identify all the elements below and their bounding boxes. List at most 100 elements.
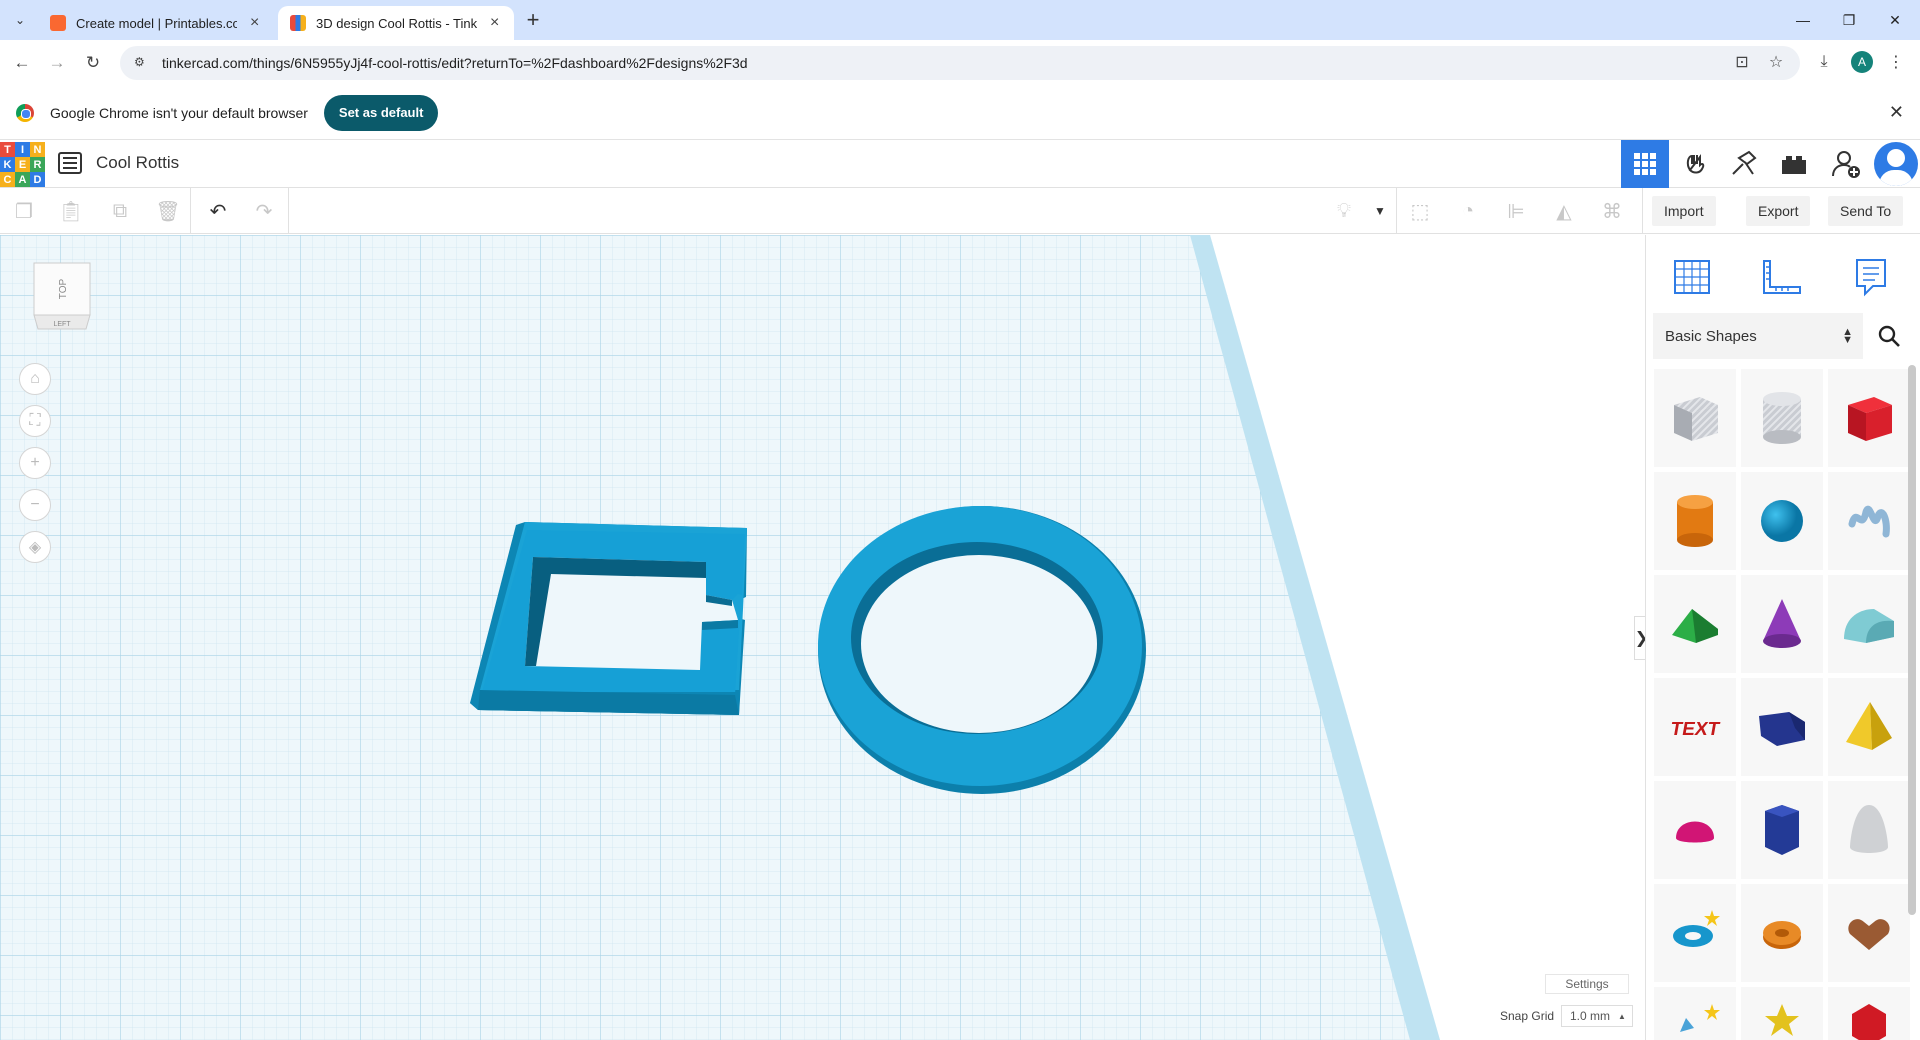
paste-icon[interactable]: 📋︎ <box>57 197 85 225</box>
tinkercad-logo[interactable]: T I N K E R C A D <box>0 142 45 187</box>
sim-lab-icon[interactable] <box>1672 140 1720 188</box>
shape-paraboloid[interactable] <box>1828 781 1910 879</box>
delete-icon[interactable]: 🗑︎ <box>154 197 182 225</box>
infobar-message: Google Chrome isn't your default browser <box>50 104 308 121</box>
tab-search-icon[interactable]: ⌄ <box>8 8 32 32</box>
browser-tab-tinkercad[interactable]: 3D design Cool Rottis - Tinkercad × <box>278 6 514 40</box>
shape-cone[interactable] <box>1741 575 1823 673</box>
shape-icosahedron[interactable] <box>1828 987 1910 1040</box>
url-text: tinkercad.com/things/6N5955yJj4f-cool-ro… <box>162 55 748 71</box>
copy-icon[interactable]: ❐ <box>10 197 38 225</box>
send-to-button[interactable]: Send To <box>1828 196 1904 226</box>
align-icon[interactable]: ⊫ <box>1502 197 1530 225</box>
zoom-in-icon[interactable]: + <box>19 447 51 479</box>
downloads-icon[interactable]: ⤓ <box>1812 50 1836 74</box>
close-window-icon[interactable]: ✕ <box>1872 0 1918 40</box>
close-infobar-icon[interactable]: ✕ <box>1889 102 1904 123</box>
shape-star-yellow[interactable] <box>1741 987 1823 1040</box>
search-icon <box>1878 325 1900 347</box>
square-frame-object[interactable] <box>470 520 760 730</box>
snap-grid-select[interactable]: 1.0 mm ▲ <box>1561 1005 1633 1027</box>
minimize-icon[interactable]: — <box>1780 0 1826 40</box>
new-tab-button[interactable]: + <box>520 8 546 34</box>
zoom-out-icon[interactable]: − <box>19 489 51 521</box>
browser-tab-strip: ⌄ Create model | Printables.com × 3D des… <box>0 0 1920 40</box>
shape-cylinder[interactable] <box>1654 472 1736 570</box>
build-icon[interactable] <box>1720 140 1768 188</box>
shape-text[interactable]: TEXT <box>1654 678 1736 776</box>
shape-star[interactable] <box>1654 987 1736 1040</box>
cruise-icon[interactable]: ⌘ <box>1598 197 1626 225</box>
tab-title: Create model | Printables.com <box>76 15 238 31</box>
shape-half-cylinder[interactable] <box>1741 678 1823 776</box>
shape-round-roof[interactable] <box>1828 575 1910 673</box>
export-button[interactable]: Export <box>1746 196 1811 226</box>
mirror-icon[interactable]: ◭ <box>1550 197 1578 225</box>
dropdown-arrow-icon[interactable]: ▼ <box>1366 197 1394 225</box>
view-cube[interactable]: TOP LEFT <box>30 259 94 331</box>
shape-box[interactable] <box>1828 369 1910 467</box>
redo-icon[interactable]: ↷ <box>250 197 278 225</box>
home-view-icon[interactable]: ⌂ <box>19 363 51 395</box>
shape-box-hole[interactable] <box>1654 369 1736 467</box>
reload-icon[interactable]: ↻ <box>80 50 106 76</box>
shape-tube[interactable] <box>1741 884 1823 982</box>
svg-text:TEXT: TEXT <box>1669 719 1721 740</box>
workplane-tool-icon[interactable] <box>1664 249 1720 305</box>
set-as-default-button[interactable]: Set as default <box>323 94 439 131</box>
light-bulb-icon[interactable]: 💡︎ <box>1330 197 1358 225</box>
settings-button[interactable]: Settings <box>1545 974 1629 994</box>
back-icon[interactable]: ← <box>9 50 35 76</box>
restore-icon[interactable]: ❐ <box>1826 0 1872 40</box>
ruler-tool-icon[interactable] <box>1754 249 1810 305</box>
forward-icon[interactable]: → <box>44 50 70 76</box>
close-tab-icon[interactable]: × <box>247 14 262 32</box>
select-arrows-icon: ▲ ▼ <box>1842 326 1853 346</box>
browser-menu-icon[interactable]: ⋮ <box>1884 50 1908 74</box>
shape-polygon[interactable] <box>1741 781 1823 879</box>
workplane-canvas[interactable]: TOP LEFT ⌂ ⛶ + − ◈ <box>0 235 1645 1040</box>
profile-avatar[interactable]: A <box>1850 50 1874 74</box>
shape-roof[interactable] <box>1654 575 1736 673</box>
bricks-icon[interactable] <box>1770 140 1818 188</box>
shape-pyramid[interactable] <box>1828 678 1910 776</box>
duplicate-icon[interactable]: ⧉ <box>106 197 134 225</box>
panel-scrollbar[interactable] <box>1908 365 1916 915</box>
torus-object[interactable] <box>815 500 1150 800</box>
undo-icon[interactable]: ↶ <box>204 197 232 225</box>
snap-grid-label: Snap Grid <box>1500 1009 1555 1023</box>
design-title[interactable]: Cool Rottis <box>96 153 179 173</box>
shape-category-select[interactable]: Basic Shapes ▲ ▼ <box>1653 313 1863 359</box>
shape-cylinder-hole[interactable] <box>1741 369 1823 467</box>
notes-tool-icon[interactable] <box>1843 249 1899 305</box>
shape-sphere[interactable] <box>1741 472 1823 570</box>
shapes-panel: Basic Shapes ▲ ▼ TEXT <box>1645 235 1920 1040</box>
search-shapes-button[interactable] <box>1866 313 1912 359</box>
user-avatar[interactable] <box>1872 140 1920 188</box>
import-button[interactable]: Import <box>1652 196 1716 226</box>
install-app-icon[interactable]: ⊡ <box>1730 50 1754 74</box>
3d-design-view-icon[interactable] <box>1621 140 1669 188</box>
chevron-up-icon: ▲ <box>1618 1011 1626 1021</box>
design-list-icon[interactable] <box>58 152 82 174</box>
address-bar[interactable]: ⚙ tinkercad.com/things/6N5955yJj4f-cool-… <box>120 46 1800 80</box>
browser-toolbar: ← → ↻ ⚙ tinkercad.com/things/6N5955yJj4f… <box>0 40 1920 86</box>
printables-favicon-icon <box>50 15 66 31</box>
close-tab-icon[interactable]: × <box>487 14 502 32</box>
tinkercad-header: T I N K E R C A D Cool Rottis <box>0 140 1920 188</box>
perspective-icon[interactable]: ◈ <box>19 531 51 563</box>
site-info-icon[interactable]: ⚙ <box>134 55 150 71</box>
shape-scribble[interactable] <box>1828 472 1910 570</box>
add-user-icon[interactable] <box>1822 140 1870 188</box>
group-icon[interactable]: ⬚ <box>1406 197 1434 225</box>
ungroup-icon[interactable]: ◔ <box>1454 197 1482 225</box>
shape-torus[interactable] <box>1654 884 1736 982</box>
fit-view-icon[interactable]: ⛶ <box>19 405 51 437</box>
shape-half-sphere[interactable] <box>1654 781 1736 879</box>
bookmark-star-icon[interactable]: ☆ <box>1764 50 1788 74</box>
tab-title: 3D design Cool Rottis - Tinkercad <box>316 15 478 31</box>
browser-tab-printables[interactable]: Create model | Printables.com × <box>38 6 274 40</box>
chrome-logo-icon <box>16 103 34 122</box>
view-cube-top-label: TOP <box>58 278 69 299</box>
shape-heart[interactable] <box>1828 884 1910 982</box>
